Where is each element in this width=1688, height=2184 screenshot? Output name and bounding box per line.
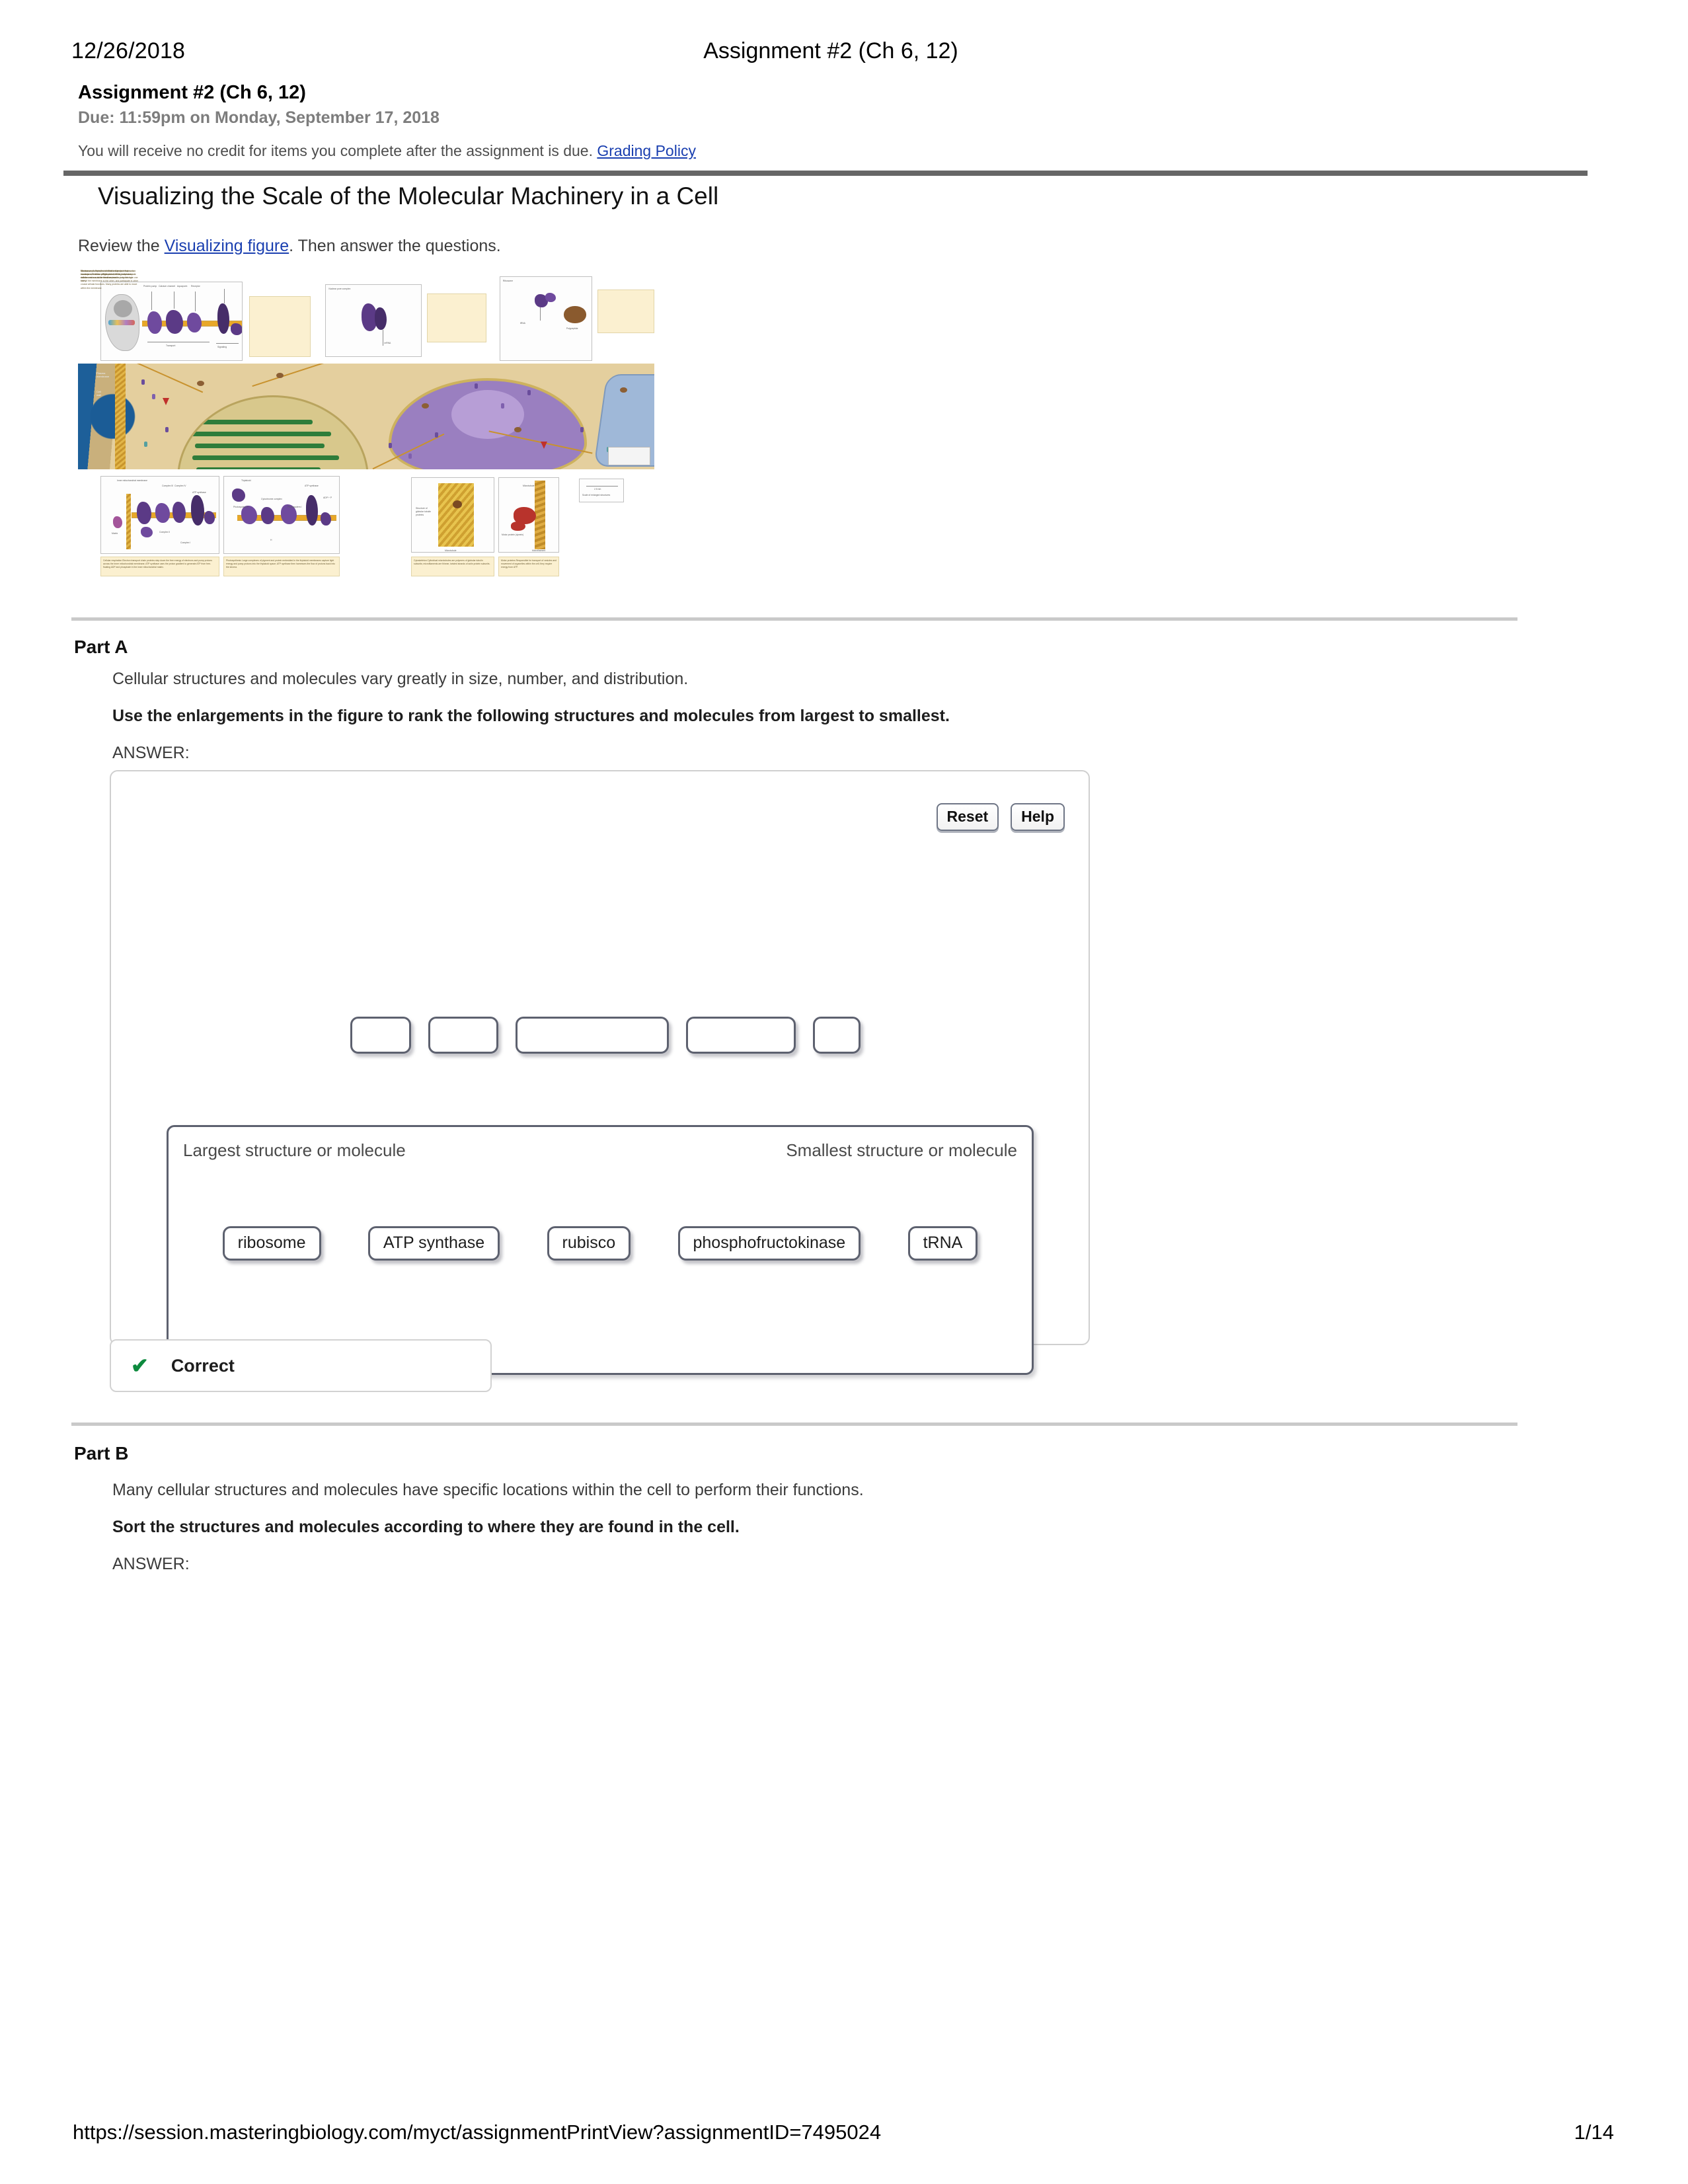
rank-slot-5[interactable]: [812, 1017, 861, 1054]
ribosome-translation-panel: Ribosome tRNA Polypeptide: [499, 276, 592, 361]
rank-slot-2[interactable]: [428, 1017, 498, 1054]
chloroplast-illustration: [177, 395, 369, 469]
part-a-ranking-widget[interactable]: Reset Help Largest structure or molecule…: [110, 770, 1090, 1375]
part-a-feedback-text: Correct: [171, 1355, 235, 1376]
figure-bottom-row: Inner mitochondrial membrane Complex III…: [78, 469, 654, 578]
nucleus-illustration: [389, 378, 587, 469]
rank-zone-left-label: Largest structure or molecule: [183, 1140, 406, 1160]
rank-slot-1[interactable]: [350, 1017, 411, 1054]
part-a-intro: Cellular structures and molecules vary g…: [112, 670, 689, 688]
panorama-scale-note: [608, 447, 650, 465]
part-a-answer-label: ANSWER:: [112, 744, 190, 762]
print-footer: https://session.masteringbiology.com/myc…: [0, 2121, 1688, 2150]
draggable-chip-row: ribosome ATP synthase rubisco phosphofru…: [169, 1226, 1032, 1261]
part-a-prompt: Use the enlargements in the figure to ra…: [112, 707, 950, 725]
photosynthesis-caption: Photosynthesis Large complexes of pigmen…: [223, 557, 340, 576]
rank-slot-row: [111, 1017, 1089, 1054]
item-top-divider: [63, 171, 1588, 176]
part-b-answer-label: ANSWER:: [112, 1555, 190, 1573]
rank-slot-4[interactable]: [685, 1017, 796, 1054]
cytoskeleton-panel: Structure of globular tubulin proteins M…: [411, 477, 494, 553]
membrane-protein-caption: Membrane proteins Proteins embedded in t…: [81, 270, 311, 357]
nuclear-pore-caption: Nuclear pores Transport channels that sp…: [81, 270, 486, 342]
figure-top-row: Protein pump Calcium channel Aquaporin R…: [78, 267, 654, 364]
figure-scale-key: 2.5 nm Scale of enlarged structures: [579, 479, 624, 502]
rank-slot-3[interactable]: [515, 1017, 669, 1054]
rank-zone-right-label: Smallest structure or molecule: [786, 1140, 1017, 1160]
cellular-respiration-panel: Inner mitochondrial membrane Complex III…: [100, 476, 219, 554]
cell-interior-panorama: Plasma membrane Cell wall: [78, 364, 654, 469]
check-icon: ✔: [131, 1354, 149, 1378]
photosynthesis-panel: Thylakoid ATP synthase ADP + P Photosyst…: [223, 476, 340, 554]
cellular-respiration-caption: Cellular respiration Electron transport …: [100, 557, 219, 576]
plant-cell-overview-panel: Protein pump Calcium channel Aquaporin R…: [100, 282, 243, 361]
translation-caption: Ribosomes Complexes of rRNA and protein …: [81, 270, 654, 333]
part-a-label: Part A: [74, 637, 128, 657]
part-a-divider: [71, 617, 1517, 621]
chip-phosphofructokinase[interactable]: phosphofructokinase: [677, 1226, 861, 1261]
motor-protein-caption: Motor proteins Responsible for transport…: [498, 557, 559, 576]
chip-rubisco[interactable]: rubisco: [547, 1226, 631, 1261]
nuclear-pore-panel: Nuclear pore complex mRNA: [325, 284, 422, 357]
footer-url: https://session.masteringbiology.com/myc…: [73, 2121, 882, 2144]
footer-page-number: 1/14: [1574, 2121, 1614, 2144]
review-suffix: . Then answer the questions.: [289, 237, 501, 255]
print-document-title: Assignment #2 (Ch 6, 12): [703, 38, 958, 63]
part-a-feedback: ✔ Correct: [110, 1339, 492, 1392]
review-prefix: Review the: [78, 237, 165, 255]
reset-button[interactable]: Reset: [936, 803, 999, 831]
widget-button-row: Reset Help: [936, 803, 1065, 831]
part-b-prompt: Sort the structures and molecules accord…: [112, 1518, 740, 1536]
assignment-credit-notice: You will receive no credit for items you…: [78, 142, 696, 160]
assignment-name: Assignment #2 (Ch 6, 12): [78, 82, 306, 103]
grading-policy-link[interactable]: Grading Policy: [597, 142, 696, 159]
chip-atp-synthase[interactable]: ATP synthase: [367, 1226, 500, 1261]
help-button[interactable]: Help: [1011, 803, 1065, 831]
part-b-intro: Many cellular structures and molecules h…: [112, 1481, 864, 1499]
credit-notice-text: You will receive no credit for items you…: [78, 142, 593, 159]
print-page: 12/26/2018 Assignment #2 (Ch 6, 12) Assi…: [0, 0, 1688, 2184]
cell-outline-icon: [105, 294, 139, 351]
visualizing-figure-thumbnail[interactable]: Protein pump Calcium channel Aquaporin R…: [78, 267, 654, 578]
rank-drop-zone[interactable]: Largest structure or molecule Smallest s…: [167, 1125, 1034, 1375]
chip-ribosome[interactable]: ribosome: [222, 1226, 321, 1261]
chip-trna[interactable]: tRNA: [907, 1226, 978, 1261]
part-b-label: Part B: [74, 1443, 129, 1463]
cytoskeleton-caption: Cytoskeleton Cylindrical microtubules ar…: [411, 557, 494, 576]
review-instruction: Review the Visualizing figure. Then answ…: [78, 237, 501, 256]
motor-protein-panel: Microtubule Motor protein (dynein) Micro…: [498, 477, 559, 553]
visualizing-figure-link[interactable]: Visualizing figure: [165, 237, 289, 255]
assignment-due-date: Due: 11:59pm on Monday, September 17, 20…: [78, 108, 440, 127]
print-header: 12/26/2018 Assignment #2 (Ch 6, 12): [0, 38, 1688, 69]
item-title: Visualizing the Scale of the Molecular M…: [98, 182, 719, 210]
part-b-divider: [71, 1423, 1517, 1426]
